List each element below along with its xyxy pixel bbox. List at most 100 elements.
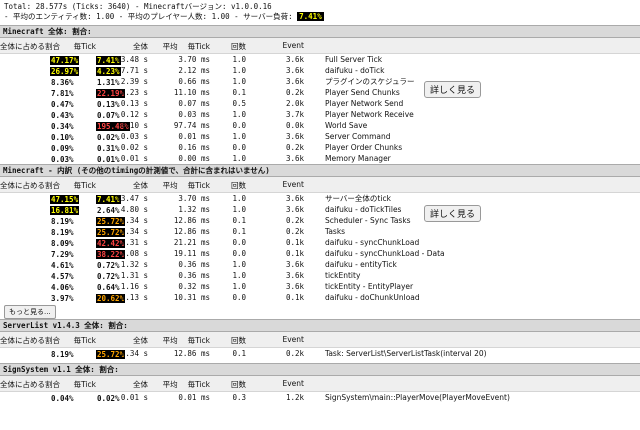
timing-name: Scheduler - Sync Tasks: [325, 216, 411, 225]
timing-name: daifuku - syncChunkLoad: [325, 238, 420, 247]
table-row: 8.19% 25.72% 2.34 s 12.86 ms 0.1 0.2k Schedule…: [0, 215, 640, 226]
table-row: 0.04% 0.02% 0.01 s 0.01 ms 0.3 1.2k SignSystem…: [0, 392, 640, 403]
show-details-button[interactable]: 詳しく見る: [424, 81, 482, 98]
total-time: 0.13 s: [120, 99, 148, 108]
show-more-button[interactable]: もっと見る...: [4, 305, 56, 319]
table-row: 0.43% 0.07% 0.12 s 0.03 ms 1.0 3.7k Player Net…: [0, 109, 640, 120]
column-tick_each: 毎Tick: [52, 41, 96, 52]
count: 0.0: [232, 238, 246, 247]
total-time: 1.16 s: [120, 282, 148, 291]
avg-per-tick: 3.70 ms: [178, 55, 210, 64]
section-0: Minecraft 全体: 割合: 全体に占める割合 毎Tick 全体 平均 毎Tick 回…: [0, 25, 640, 164]
section-title: Minecraft 全体: 割合:: [0, 25, 640, 38]
column-avg: 平均 毎Tick: [152, 379, 210, 390]
table-row: 3.97% 20.62% 1.13 s 10.31 ms 0.0 0.1k daifuku …: [0, 292, 640, 303]
count: 1.0: [232, 77, 246, 86]
timing-name: Tasks: [325, 227, 346, 236]
pct-value: 16.81%: [50, 206, 80, 215]
total-time: 0.03 s: [120, 132, 148, 141]
avg-per-tick: 0.36 ms: [178, 260, 210, 269]
timing-name: Player Send Chunks: [325, 88, 400, 97]
column-avg-main: 平均: [162, 181, 178, 190]
count: 0.0: [232, 143, 246, 152]
column-header: 全体に占める割合 毎Tick 全体 平均 毎Tick 回数 Event: [0, 38, 640, 54]
column-total: 全体: [133, 181, 148, 190]
event-count: 3.6k: [285, 194, 304, 203]
event-count: 3.6k: [285, 282, 304, 291]
pct-value: 0.34%: [51, 122, 74, 131]
column-count: 回数: [231, 336, 246, 345]
pct-value: 0.47%: [51, 100, 74, 109]
event-count: 0.2k: [285, 227, 304, 236]
timing-name: Server Command: [325, 132, 391, 141]
summary-line-2: - 平均のエンティティ数: 1.00 - 平均のプレイヤー人数: 1.00 - …: [4, 12, 636, 22]
timing-name: daifuku - doTick: [325, 66, 385, 75]
table-row: 0.03% 0.01% 0.01 s 0.00 ms 1.0 3.6k Memory Man…: [0, 153, 640, 164]
total-time: 13.48 s: [116, 55, 148, 64]
count: 1.0: [232, 132, 246, 141]
count: 0.0: [232, 249, 246, 258]
event-count: 0.1k: [285, 293, 304, 302]
summary-averages: - 平均のエンティティ数: 1.00 - 平均のプレイヤー人数: 1.00 - …: [4, 12, 298, 21]
avg-per-tick: 0.16 ms: [178, 143, 210, 152]
table-row: 8.09% 42.42% 2.31 s 21.21 ms 0.0 0.1k daifuku …: [0, 237, 640, 248]
total-time: 2.39 s: [120, 77, 148, 86]
event-count: 3.6k: [285, 77, 304, 86]
section-title: SignSystem v1.1 全体: 割合:: [0, 363, 640, 376]
pct-value: 0.03%: [51, 155, 74, 164]
avg-per-tick: 19.11 ms: [173, 249, 210, 258]
column-avg: 平均 毎Tick: [152, 41, 210, 52]
timing-name: daifuku - syncChunkLoad - Data: [325, 249, 445, 258]
show-details-button[interactable]: 詳しく見る: [424, 205, 482, 222]
column-avg: 平均 毎Tick: [152, 180, 210, 191]
pct-value: 7.29%: [51, 250, 74, 259]
event-count: 0.2k: [285, 216, 304, 225]
column-tick_each-label: 毎Tick: [73, 42, 96, 51]
total-time: 0.12 s: [120, 110, 148, 119]
count: 0.1: [232, 216, 246, 225]
column-event: Event: [282, 180, 305, 189]
timing-name: daifuku - entityTick: [325, 260, 397, 269]
avg-per-tick: 0.32 ms: [178, 282, 210, 291]
column-count: 回数: [231, 181, 246, 190]
total-time: 2.34 s: [120, 349, 148, 358]
total-time: 2.34 s: [120, 216, 148, 225]
column-tick_each-label: 毎Tick: [73, 181, 96, 190]
column-count: 回数: [231, 42, 246, 51]
timing-name: World Save: [325, 121, 368, 130]
column-header: 全体に占める割合 毎Tick 全体 平均 毎Tick 回数 Event: [0, 177, 640, 193]
pct-value: 8.36%: [51, 78, 74, 87]
total-time: 7.71 s: [120, 66, 148, 75]
column-avg-label: 毎Tick: [187, 42, 210, 51]
pct-value: 8.09%: [51, 239, 74, 248]
section-3: SignSystem v1.1 全体: 割合: 全体に占める割合 毎Tick 全体 平均…: [0, 363, 640, 407]
total-time: 2.34 s: [120, 227, 148, 236]
pct-value: 47.15%: [50, 195, 80, 204]
column-total: 全体: [133, 336, 148, 345]
server-load-badge: 7.41%: [297, 12, 324, 21]
event-count: 3.6k: [285, 260, 304, 269]
event-count: 3.6k: [285, 271, 304, 280]
pct-value: 0.04%: [51, 394, 74, 403]
summary-header: Total: 28.577s (Ticks: 3640) - Minecraft…: [0, 0, 640, 25]
column-avg-main: 平均: [162, 42, 178, 51]
column-pct: 全体に占める割合: [0, 42, 60, 51]
event-count: 0.0k: [285, 121, 304, 130]
total-time: 0.10 s: [120, 121, 148, 130]
table-row: 8.19% 25.72% 2.34 s 12.86 ms 0.1 0.2k Tasks: [0, 226, 640, 237]
column-header: 全体に占める割合 毎Tick 全体 平均 毎Tick 回数 Event: [0, 376, 640, 392]
count: 1.0: [232, 55, 246, 64]
column-tick_each: 毎Tick: [52, 379, 96, 390]
avg-per-tick: 12.86 ms: [173, 227, 210, 236]
table-row: 26.97% 4.23% 7.71 s 2.12 ms 1.0 3.6k daifuku -…: [0, 65, 640, 76]
avg-per-tick: 12.86 ms: [173, 216, 210, 225]
avg-per-tick: 10.31 ms: [173, 293, 210, 302]
count: 0.1: [232, 88, 246, 97]
timing-name: Memory Manager: [325, 154, 391, 163]
event-count: 3.6k: [285, 132, 304, 141]
column-tick_each-label: 毎Tick: [73, 380, 96, 389]
avg-per-tick: 0.36 ms: [178, 271, 210, 280]
column-tick_each: 毎Tick: [52, 180, 96, 191]
total-time: 1.32 s: [120, 260, 148, 269]
